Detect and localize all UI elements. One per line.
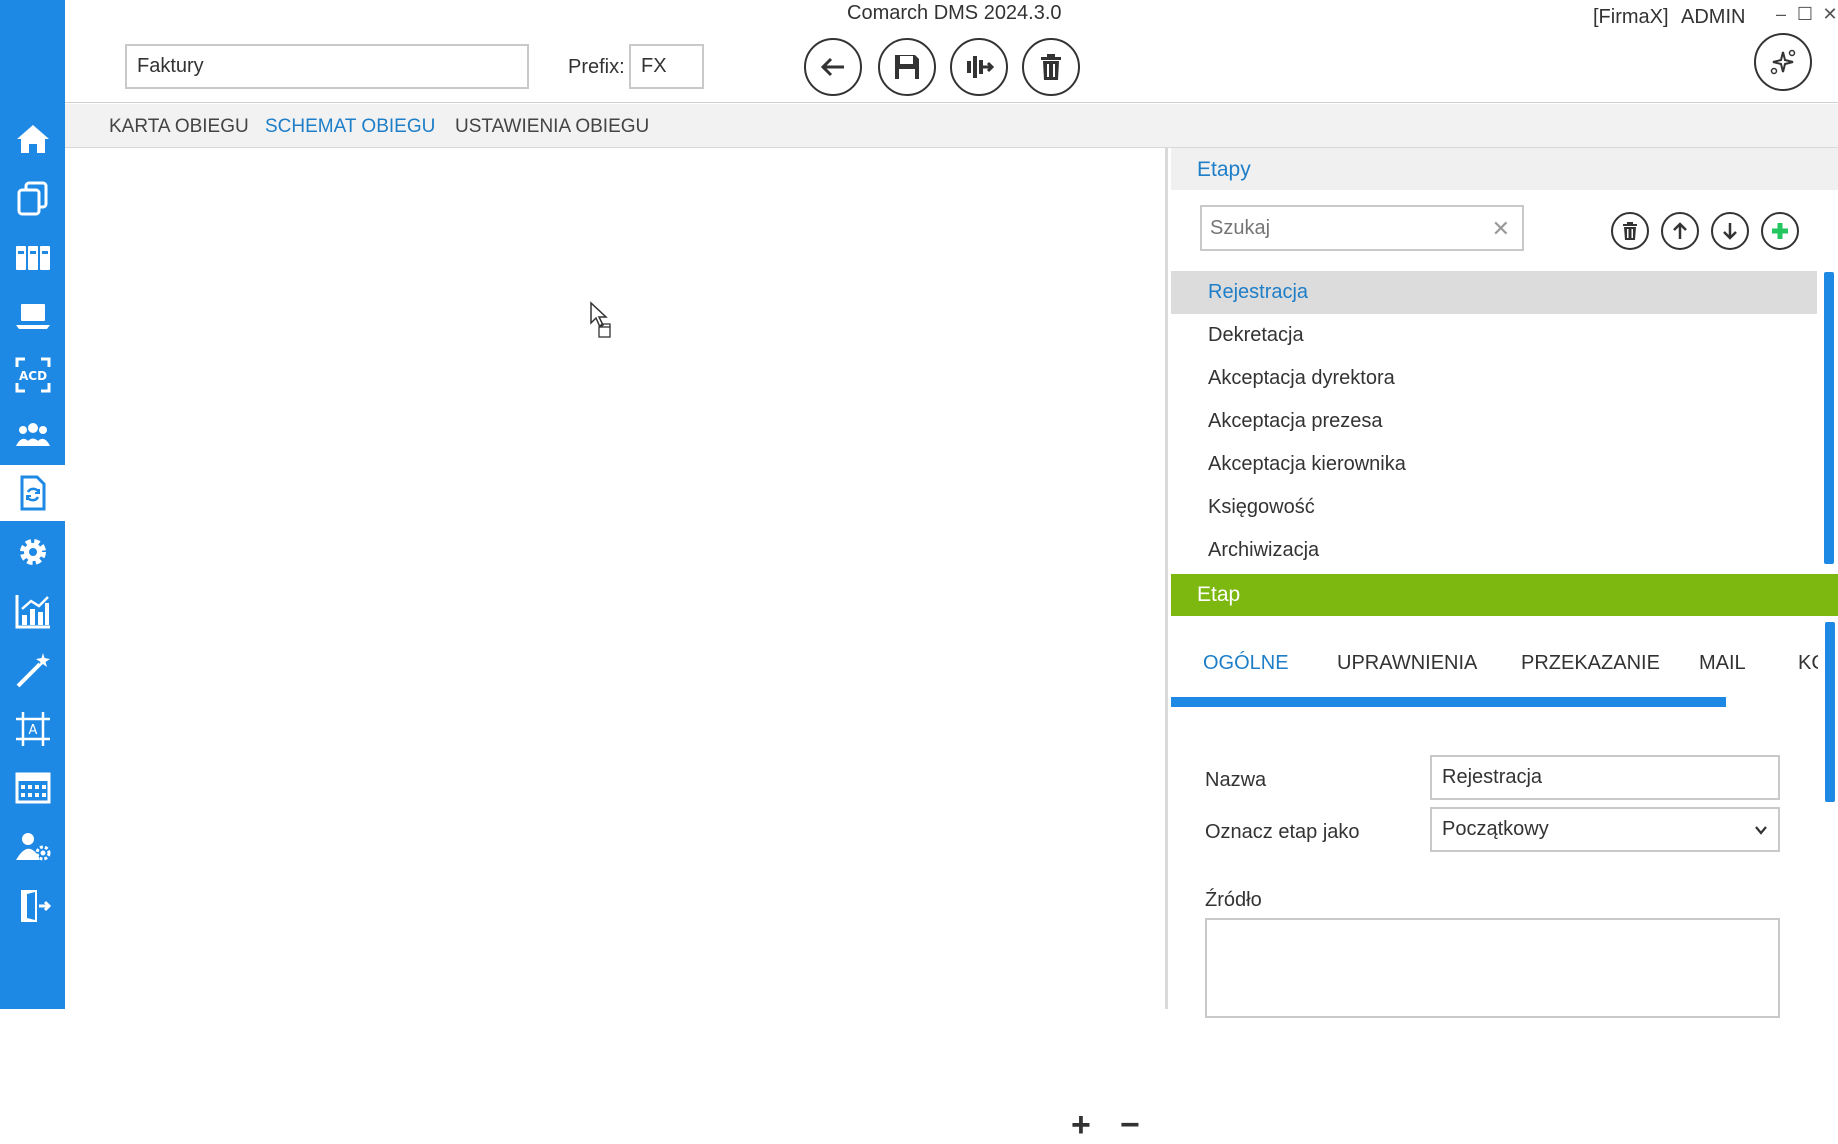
delete-button[interactable] <box>1022 38 1080 96</box>
sidebar-item-wand[interactable] <box>0 642 65 698</box>
save-button[interactable] <box>878 38 936 96</box>
delete-stage-button[interactable] <box>1611 212 1649 250</box>
sparkle-icon <box>1770 49 1796 75</box>
clear-search-icon[interactable]: ✕ <box>1492 216 1510 242</box>
tab-ogolne[interactable]: OGÓLNE <box>1203 652 1289 675</box>
topbar: Comarch DMS 2024.3.0 [FirmaX] ADMIN – ☐ … <box>65 0 1838 103</box>
sidebar-item-ocr[interactable]: ACD <box>0 347 65 403</box>
ocr-icon: ACD <box>15 357 50 393</box>
list-item[interactable]: Akceptacja prezesa <box>1171 400 1817 443</box>
list-item[interactable]: Rejestracja <box>1171 271 1817 314</box>
tab-kc[interactable]: KC <box>1798 652 1818 675</box>
wand-icon <box>16 653 50 688</box>
company-name: [FirmaX] <box>1593 6 1669 28</box>
sidebar-item-logout[interactable] <box>0 878 65 934</box>
tab-schemat-obiegu[interactable]: SCHEMAT OBIEGU <box>265 116 435 138</box>
arrow-up-icon <box>1673 222 1687 239</box>
sidebar-item-workflow-doc[interactable] <box>0 465 65 521</box>
etapy-search: ✕ <box>1200 205 1524 251</box>
ai-assistant-button[interactable] <box>1754 33 1812 91</box>
tab-karta-obiegu[interactable]: KARTA OBIEGU <box>109 116 249 138</box>
delete-icon <box>1041 54 1061 80</box>
add-stage-button[interactable] <box>1761 212 1799 250</box>
calendar-icon <box>15 772 50 804</box>
laptop-icon <box>15 304 50 329</box>
arrow-down-icon <box>1723 223 1737 240</box>
mark-stage-label: Oznacz etap jako <box>1205 821 1360 843</box>
users-icon <box>15 423 50 446</box>
sidebar-item-calendar[interactable] <box>0 760 65 816</box>
maximize-button[interactable]: ☐ <box>1796 4 1814 25</box>
prefix-label: Prefix: <box>568 56 625 78</box>
tab-przekazanie[interactable]: PRZEKAZANIE <box>1521 652 1660 675</box>
move-down-button[interactable] <box>1711 212 1749 250</box>
sidebar-item-laptop[interactable] <box>0 288 65 344</box>
svg-text:A: A <box>28 723 37 738</box>
tab-mail[interactable]: MAIL <box>1699 652 1746 675</box>
stage-type-select[interactable]: Początkowy <box>1430 807 1780 852</box>
chevron-down-icon <box>1755 826 1767 835</box>
sidebar-item-user-settings[interactable] <box>0 819 65 875</box>
sidebar: ACD A <box>0 0 65 1009</box>
search-input[interactable] <box>1202 207 1472 249</box>
etapy-title: Etapy <box>1197 158 1251 181</box>
zoom-in-button[interactable]: + <box>1071 1108 1091 1142</box>
sidebar-item-home[interactable] <box>0 111 65 167</box>
plus-icon <box>1772 223 1788 239</box>
etapy-header: Etapy <box>1171 148 1838 190</box>
right-panel: Etapy ✕ Rejestracja Dekretacja Akceptacj… <box>1171 148 1838 1018</box>
back-icon <box>820 57 844 77</box>
user-settings-icon <box>15 833 50 861</box>
workflow-name-input[interactable]: Faktury <box>125 44 529 89</box>
app-title: Comarch DMS 2024.3.0 <box>847 2 1062 24</box>
list-item[interactable]: Archiwizacja <box>1171 529 1817 572</box>
sidebar-item-settings[interactable] <box>0 524 65 580</box>
home-icon <box>16 125 49 153</box>
minimize-button[interactable]: – <box>1772 4 1790 25</box>
etap-scrollbar[interactable] <box>1825 622 1835 802</box>
stages-list: Rejestracja Dekretacja Akceptacja dyrekt… <box>1171 271 1817 572</box>
list-item[interactable]: Dekretacja <box>1171 314 1817 357</box>
sidebar-item-binders[interactable] <box>0 229 65 285</box>
list-item[interactable]: Akceptacja dyrektora <box>1171 357 1817 400</box>
binders-icon <box>15 246 50 270</box>
reports-icon <box>15 595 50 629</box>
settings-icon <box>19 539 46 565</box>
sidebar-item-template[interactable]: A <box>0 701 65 757</box>
workflow-icon <box>967 56 994 78</box>
list-item[interactable]: Księgowość <box>1171 486 1817 529</box>
tab-uprawnienia[interactable]: UPRAWNIENIA <box>1337 652 1477 675</box>
sidebar-item-users[interactable] <box>0 406 65 462</box>
schema-canvas[interactable]: + − <box>65 148 1168 1142</box>
tab-ustawienia-obiegu[interactable]: USTAWIENIA OBIEGU <box>455 116 649 138</box>
workflow-doc-icon <box>20 475 45 511</box>
svg-text:ACD: ACD <box>18 369 46 383</box>
tabs-scrollbar[interactable] <box>1171 697 1726 707</box>
mouse-cursor-icon <box>590 301 611 338</box>
sidebar-item-documents[interactable] <box>0 170 65 226</box>
move-up-button[interactable] <box>1661 212 1699 250</box>
template-icon: A <box>15 712 50 746</box>
source-label: Źródło <box>1205 889 1262 911</box>
stage-type-value: Początkowy <box>1442 818 1549 840</box>
name-label: Nazwa <box>1205 769 1267 791</box>
user-name: ADMIN <box>1681 6 1746 28</box>
workflow-tabs: KARTA OBIEGU SCHEMAT OBIEGU USTAWIENIA O… <box>65 104 1838 148</box>
close-button[interactable]: ✕ <box>1821 4 1838 25</box>
prefix-input[interactable]: FX <box>629 44 704 89</box>
documents-icon <box>17 181 47 216</box>
list-item[interactable]: Akceptacja kierownika <box>1171 443 1817 486</box>
stages-scrollbar[interactable] <box>1824 272 1834 564</box>
sidebar-item-reports[interactable] <box>0 583 65 639</box>
zoom-out-button[interactable]: − <box>1120 1108 1140 1142</box>
trash-icon <box>1623 222 1637 240</box>
back-button[interactable] <box>804 38 862 96</box>
logout-icon <box>20 890 51 922</box>
workflow-button[interactable] <box>950 38 1008 96</box>
source-textarea[interactable] <box>1205 918 1780 1018</box>
etap-header: Etap <box>1171 574 1838 616</box>
etap-title: Etap <box>1197 583 1241 606</box>
stage-name-input[interactable]: Rejestracja <box>1430 755 1780 800</box>
save-icon <box>895 55 919 79</box>
